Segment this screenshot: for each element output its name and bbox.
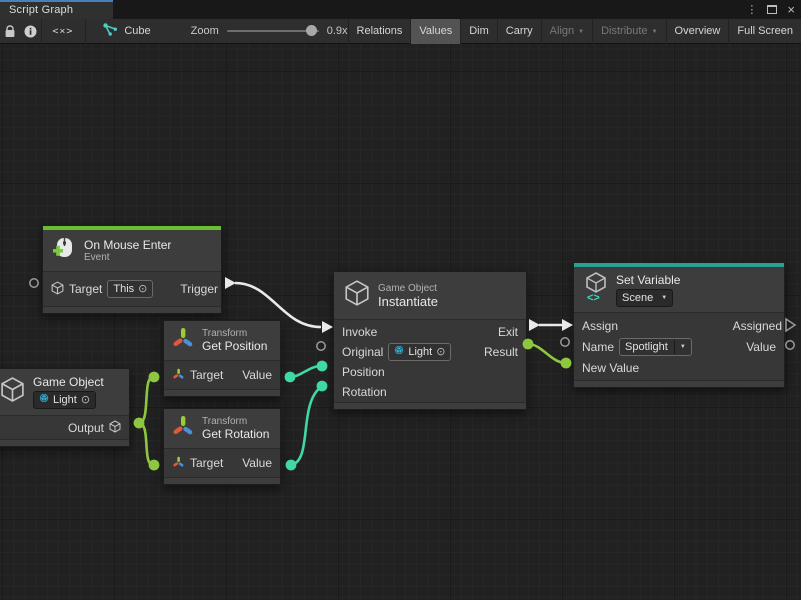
chevron-down-icon: ▼ <box>578 29 584 35</box>
script-graph-window: Script Graph ⋮ × <×> Cube Zoom <box>0 0 801 600</box>
unity-object-icon <box>39 393 49 407</box>
variable-scope-dropdown[interactable]: Scene ▼ <box>616 289 673 307</box>
node-footer <box>164 477 280 484</box>
value-port-label: Value <box>242 456 272 470</box>
zoom-value: 0.9x <box>327 25 348 37</box>
object-field[interactable]: Light ⊙ <box>33 391 96 409</box>
node-footer <box>0 439 129 446</box>
node-category: Transform <box>202 328 267 339</box>
new-value-port-label: New Value <box>582 361 639 375</box>
overview-button[interactable]: Overview <box>666 19 729 44</box>
carry-button[interactable]: Carry <box>497 19 541 44</box>
value-port-label: Value <box>746 340 776 354</box>
cube-icon <box>0 376 25 408</box>
node-category: Game Object <box>378 283 438 294</box>
unity-object-icon <box>394 345 404 359</box>
object-picker-icon[interactable]: ⊙ <box>81 393 90 407</box>
graph-owner[interactable]: Cube <box>103 23 150 39</box>
transform-icon <box>172 414 194 443</box>
position-port-label: Position <box>342 365 385 379</box>
align-dropdown[interactable]: Align▼ <box>541 19 592 44</box>
code-view-icon[interactable]: <×> <box>41 19 84 44</box>
relations-button[interactable]: Relations <box>348 19 411 44</box>
values-button[interactable]: Values <box>410 19 460 44</box>
node-instantiate[interactable]: Game Object Instantiate Invoke Exit Orig… <box>333 271 527 410</box>
node-title: Get Position <box>202 339 267 353</box>
svg-text:<>: <> <box>587 292 600 302</box>
window-close-icon[interactable]: × <box>787 5 795 15</box>
node-subtitle: Event <box>84 252 171 263</box>
node-footer <box>334 402 526 409</box>
node-get-position[interactable]: Transform Get Position Target Value <box>163 320 281 397</box>
original-object-field[interactable]: Light ⊙ <box>388 343 451 361</box>
zoom-label: Zoom <box>191 25 219 37</box>
title-bar: Script Graph ⋮ × <box>0 0 801 19</box>
node-footer <box>574 380 784 387</box>
node-category: Transform <box>202 416 269 427</box>
node-set-variable[interactable]: <> Set Variable Scene ▼ Assign Assigned … <box>573 262 785 388</box>
transform-icon <box>172 326 194 355</box>
node-title: Get Rotation <box>202 427 269 441</box>
node-game-object-literal[interactable]: Game Object Light ⊙ Output <box>0 368 130 447</box>
target-value-field[interactable]: This ⊙ <box>107 280 153 298</box>
dim-button[interactable]: Dim <box>460 19 497 44</box>
node-get-rotation[interactable]: Transform Get Rotation Target Value <box>163 408 281 485</box>
original-port-label: Original <box>342 345 383 359</box>
chevron-down-icon: ▼ <box>659 291 667 305</box>
transform-icon <box>172 367 185 384</box>
window-maximize-icon[interactable] <box>767 5 777 14</box>
window-menu-icon[interactable]: ⋮ <box>746 3 757 16</box>
variable-name-dropdown[interactable]: Spotlight ▼ <box>619 338 692 356</box>
node-footer <box>164 389 280 396</box>
node-title: Set Variable <box>616 273 680 287</box>
target-port-label: Target <box>190 456 223 470</box>
object-picker-icon[interactable]: ⊙ <box>436 345 445 359</box>
graph-owner-label: Cube <box>124 25 150 37</box>
assigned-port-label: Assigned <box>733 319 782 333</box>
chevron-down-icon: ▼ <box>674 340 686 354</box>
node-on-mouse-enter[interactable]: On Mouse Enter Event Target This ⊙ Trigg… <box>42 225 222 314</box>
target-port-label: Target <box>69 282 102 296</box>
fullscreen-button[interactable]: Full Screen <box>728 19 801 44</box>
zoom-slider[interactable] <box>227 30 319 32</box>
mouse-enter-icon <box>52 235 76 266</box>
distribute-dropdown[interactable]: Distribute▼ <box>592 19 665 44</box>
assign-port-label: Assign <box>582 319 618 333</box>
trigger-port-label: Trigger <box>180 282 218 296</box>
transform-icon <box>172 455 185 472</box>
object-picker-icon[interactable]: ⊙ <box>138 282 147 296</box>
target-port-label: Target <box>190 368 223 382</box>
output-port-label: Output <box>68 421 104 435</box>
node-title: On Mouse Enter <box>84 238 171 252</box>
node-title: Game Object <box>33 375 104 389</box>
invoke-port-label: Invoke <box>342 325 377 339</box>
exit-port-label: Exit <box>498 325 518 339</box>
rotation-port-label: Rotation <box>342 385 387 399</box>
zoom-slider-handle[interactable] <box>306 25 317 36</box>
chevron-down-icon: ▼ <box>652 29 658 35</box>
name-port-label: Name <box>582 340 614 354</box>
info-icon[interactable] <box>20 19 40 44</box>
graph-toolbar: <×> Cube Zoom 0.9x Relations Values Dim … <box>0 19 801 44</box>
cube-icon <box>51 281 64 298</box>
node-title: Instantiate <box>378 294 438 309</box>
graph-network-icon <box>103 23 118 39</box>
lock-icon[interactable] <box>0 19 20 44</box>
value-port-label: Value <box>242 368 272 382</box>
variable-icon: <> <box>584 272 608 307</box>
node-footer <box>43 306 221 313</box>
cube-icon <box>344 279 370 312</box>
cube-icon <box>109 420 121 436</box>
result-port-label: Result <box>484 345 518 359</box>
tab-script-graph[interactable]: Script Graph <box>0 0 113 19</box>
